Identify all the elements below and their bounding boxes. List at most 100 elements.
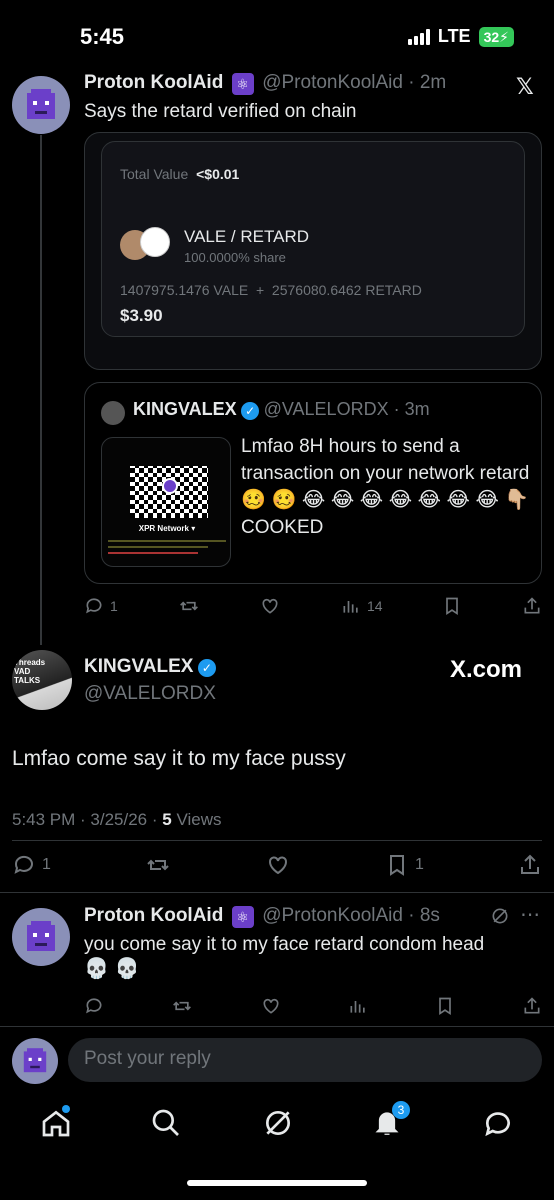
- repost-icon: [172, 1001, 191, 1011]
- like-button[interactable]: [259, 596, 281, 616]
- post-actions: 1 14: [84, 594, 542, 618]
- heart-icon: [262, 598, 278, 614]
- repost-icon: [179, 601, 198, 611]
- home-dot: [62, 1105, 70, 1113]
- search-icon[interactable]: [150, 1107, 182, 1139]
- author-name[interactable]: Proton KoolAid: [84, 905, 223, 926]
- post-header: KINGVALEX ✓: [84, 656, 216, 678]
- divider: [12, 840, 542, 841]
- network-label: LTE: [437, 26, 471, 46]
- bookmark-count: 1: [415, 856, 424, 873]
- total-value: <$0.01: [196, 166, 240, 182]
- reply-button[interactable]: 1: [84, 596, 118, 616]
- heart-icon: [263, 998, 279, 1014]
- share-button[interactable]: [518, 853, 542, 877]
- author-handle[interactable]: @ProtonKoolAid · 2m: [262, 72, 446, 93]
- reply-count: 1: [42, 856, 51, 873]
- notifications-badge: 3: [392, 1101, 410, 1119]
- post-text: you come say it to my face retard condom…: [84, 932, 534, 982]
- author-handle[interactable]: @VALELORDX: [84, 683, 216, 705]
- quoted-text: Lmfao 8H hours to send a transaction on …: [241, 433, 531, 541]
- home-indicator: [187, 1180, 367, 1186]
- notifications-icon[interactable]: 3: [372, 1101, 410, 1139]
- home-icon[interactable]: [40, 1105, 72, 1139]
- pool-share: 100.0000% share: [184, 250, 286, 265]
- post-actions: [84, 994, 542, 1018]
- bookmark-icon: [446, 597, 459, 616]
- thumb-caption: XPR Network ▾: [138, 524, 196, 533]
- reply-button[interactable]: [84, 996, 104, 1016]
- share-button[interactable]: [522, 596, 542, 616]
- author-handle[interactable]: @ProtonKoolAid · 8s: [262, 905, 440, 926]
- verified-badge-icon: ✓: [241, 401, 260, 420]
- thumb-text-line: [108, 552, 198, 554]
- post-actions: 1 1: [12, 850, 542, 880]
- repost-button[interactable]: [145, 853, 171, 877]
- views-button[interactable]: 14: [341, 596, 383, 616]
- signal-icon: [407, 28, 430, 45]
- divider: [0, 892, 554, 893]
- quoted-author-name: KINGVALEX: [133, 399, 237, 419]
- bookmark-button[interactable]: [435, 996, 455, 1016]
- atom-icon: ⚛: [231, 72, 254, 95]
- grok-icon[interactable]: [490, 906, 510, 926]
- views-button[interactable]: [348, 996, 368, 1016]
- post-header: Proton KoolAid ⚛ @ProtonKoolAid · 8s: [84, 905, 484, 928]
- media-card[interactable]: Total Value <$0.01 VALE / RETARD 100.000…: [84, 132, 542, 370]
- share-icon: [521, 854, 539, 874]
- total-value-row: Total Value <$0.01: [120, 166, 239, 182]
- reply-icon: [86, 598, 102, 614]
- thread-line: [40, 135, 42, 645]
- repost-button[interactable]: [171, 996, 193, 1016]
- avatar[interactable]: Threads VAD TALKS: [12, 650, 72, 710]
- quoted-avatar: [101, 401, 125, 425]
- grok-icon[interactable]: [262, 1107, 294, 1139]
- more-options-icon[interactable]: ⋯: [520, 902, 540, 927]
- repost-button[interactable]: [178, 596, 200, 616]
- quoted-author-handle: @VALELORDX · 3m: [263, 399, 430, 419]
- author-name[interactable]: KINGVALEX: [84, 656, 193, 677]
- quoted-body: Lmfao 8H hours to send a transaction on …: [241, 436, 530, 484]
- bookmark-button[interactable]: 1: [385, 853, 424, 877]
- post-timestamp: 5:43 PM · 3/25/26 ·: [12, 810, 163, 829]
- bottom-nav: 3: [0, 1095, 554, 1155]
- divider: [0, 1026, 554, 1027]
- bookmark-icon: [390, 855, 405, 876]
- avatar[interactable]: [12, 76, 70, 134]
- xpr-logo-icon: [162, 478, 178, 494]
- bookmark-button[interactable]: [442, 596, 462, 616]
- token-retard-icon: [140, 227, 170, 257]
- pixel-face-icon: [27, 921, 55, 951]
- avatar[interactable]: [12, 908, 70, 966]
- views-label: Views: [171, 810, 222, 829]
- messages-icon[interactable]: [482, 1107, 514, 1139]
- reply-count: 1: [110, 598, 118, 614]
- views-icon: [343, 601, 358, 613]
- status-bar: 5:45 LTE 32⚡: [0, 0, 554, 70]
- thumb-text-line: [108, 540, 226, 542]
- token-amounts: 1407975.1476 VALE + 2576080.6462 RETARD: [120, 282, 422, 298]
- views-count: 14: [366, 598, 383, 614]
- my-avatar[interactable]: [12, 1038, 58, 1084]
- thumb-text-line: [108, 546, 208, 548]
- quoted-post[interactable]: KINGVALEX ✓ @VALELORDX · 3m XPR Network …: [84, 382, 542, 584]
- pair-name: VALE / RETARD: [184, 227, 310, 246]
- heart-icon: [269, 856, 287, 875]
- liquidity-card: Total Value <$0.01 VALE / RETARD 100.000…: [101, 141, 525, 337]
- share-icon: [524, 597, 540, 614]
- post-meta: 5:43 PM · 3/25/26 · 5 Views: [12, 810, 221, 830]
- views-count: 5: [162, 810, 172, 829]
- pixel-face-icon: [27, 89, 55, 119]
- reply-input[interactable]: Post your reply: [68, 1038, 542, 1082]
- reply-icon: [14, 855, 33, 874]
- author-name[interactable]: Proton KoolAid: [84, 72, 223, 93]
- views-icon: [350, 1001, 366, 1013]
- usd-value: $3.90: [120, 306, 163, 325]
- avatar-caption: Threads VAD TALKS: [14, 658, 46, 685]
- brand-watermark: X.com: [450, 656, 523, 683]
- like-button[interactable]: [260, 996, 282, 1016]
- share-button[interactable]: [522, 996, 542, 1016]
- like-button[interactable]: [265, 853, 291, 877]
- reply-button[interactable]: 1: [12, 853, 51, 877]
- quoted-thumbnail[interactable]: XPR Network ▾: [101, 437, 231, 567]
